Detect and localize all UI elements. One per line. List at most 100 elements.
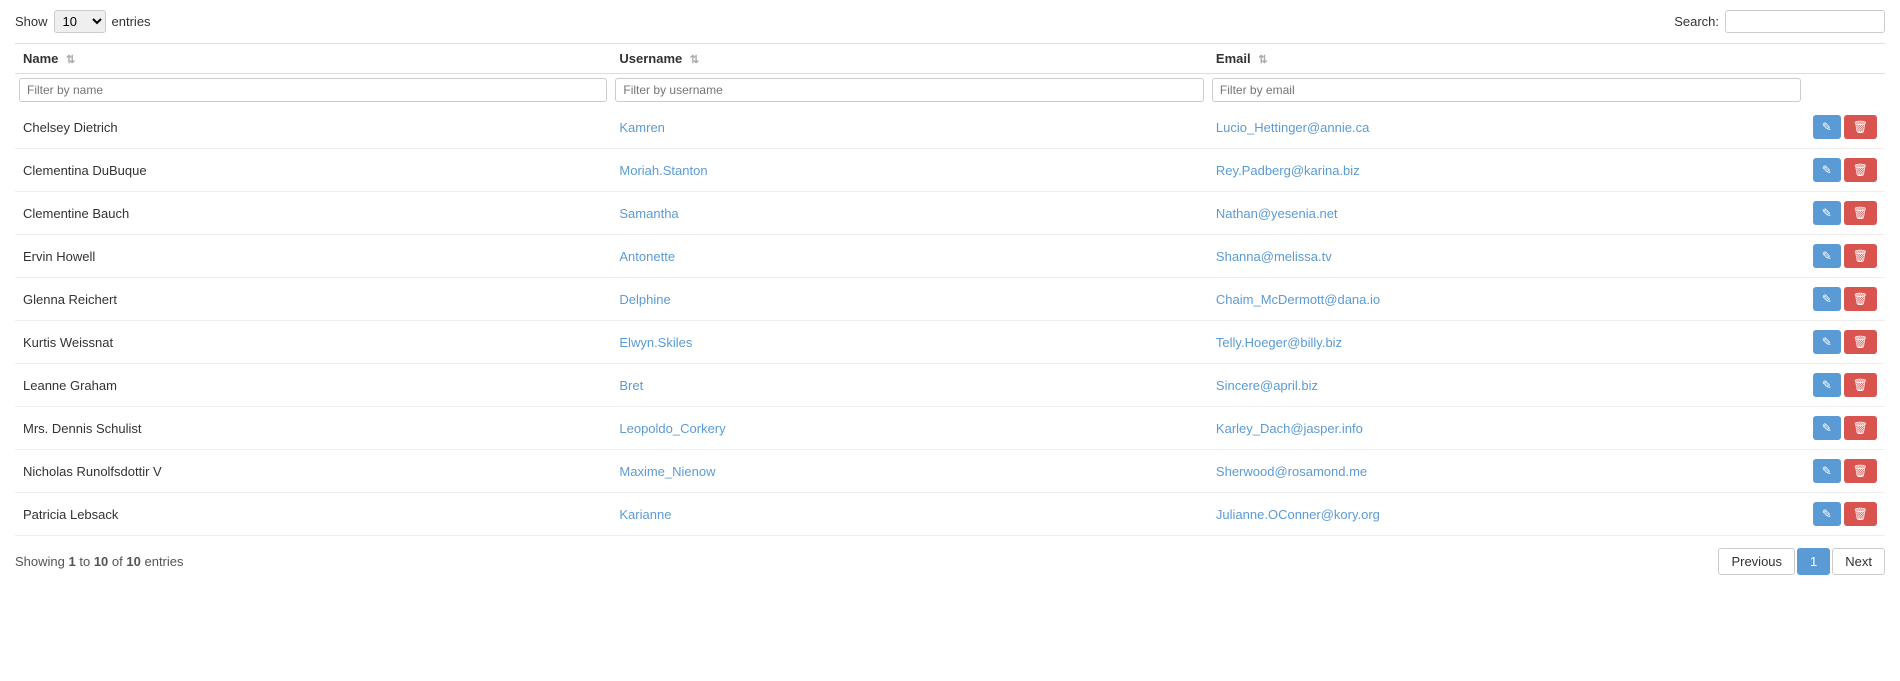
cell-actions: ✎🗑 [1805,278,1885,321]
cell-email: Lucio_Hettinger@annie.ca [1208,106,1805,149]
showing-prefix: Showing [15,554,65,569]
email-link[interactable]: Telly.Hoeger@billy.biz [1216,335,1342,350]
filter-email-input[interactable] [1212,78,1801,102]
username-link[interactable]: Leopoldo_Corkery [619,421,725,436]
filter-actions-cell [1805,74,1885,107]
delete-button[interactable]: 🗑 [1844,158,1877,182]
showing-total: 10 [126,554,140,569]
sort-icon-username: ⇅ [690,53,699,66]
cell-email: Rey.Padberg@karina.biz [1208,149,1805,192]
edit-button[interactable]: ✎ [1813,502,1841,526]
username-link[interactable]: Moriah.Stanton [619,163,707,178]
cell-actions: ✎🗑 [1805,235,1885,278]
entries-label: entries [112,14,151,29]
delete-button[interactable]: 🗑 [1844,115,1877,139]
cell-name: Patricia Lebsack [15,493,611,536]
email-link[interactable]: Rey.Padberg@karina.biz [1216,163,1360,178]
cell-username: Elwyn.Skiles [611,321,1208,364]
email-link[interactable]: Karley_Dach@jasper.info [1216,421,1363,436]
username-link[interactable]: Bret [619,378,643,393]
delete-button[interactable]: 🗑 [1844,459,1877,483]
edit-button[interactable]: ✎ [1813,287,1841,311]
edit-button[interactable]: ✎ [1813,416,1841,440]
search-box: Search: [1674,10,1885,33]
edit-button[interactable]: ✎ [1813,158,1841,182]
previous-button[interactable]: Previous [1718,548,1795,575]
edit-button[interactable]: ✎ [1813,459,1841,483]
delete-button[interactable]: 🗑 [1844,244,1877,268]
email-link[interactable]: Sherwood@rosamond.me [1216,464,1367,479]
edit-button[interactable]: ✎ [1813,244,1841,268]
cell-name: Chelsey Dietrich [15,106,611,149]
cell-email: Chaim_McDermott@dana.io [1208,278,1805,321]
search-input[interactable] [1725,10,1885,33]
table-row: Mrs. Dennis SchulistLeopoldo_CorkeryKarl… [15,407,1885,450]
email-link[interactable]: Chaim_McDermott@dana.io [1216,292,1380,307]
cell-username: Delphine [611,278,1208,321]
show-label: Show [15,14,48,29]
pagination: Previous 1 Next [1718,548,1885,575]
username-link[interactable]: Antonette [619,249,675,264]
showing-to: 10 [94,554,108,569]
cell-username: Bret [611,364,1208,407]
sort-icon-email: ⇅ [1258,53,1267,66]
delete-button[interactable]: 🗑 [1844,201,1877,225]
cell-actions: ✎🗑 [1805,321,1885,364]
top-controls: Show 10 25 50 100 entries Search: [15,10,1885,33]
table-row: Kurtis Weissnat Elwyn.Skiles Telly.Hoeger@… [15,321,1885,364]
cell-username: Antonette [611,235,1208,278]
cell-name: Clementina DuBuque [15,149,611,192]
cell-name: Glenna Reichert [15,278,611,321]
email-link[interactable]: Lucio_Hettinger@annie.ca [1216,120,1369,135]
edit-button[interactable]: ✎ [1813,373,1841,397]
email-link[interactable]: Nathan@yesenia.net [1216,206,1338,221]
page-1-button[interactable]: 1 [1797,548,1830,575]
delete-button[interactable]: 🗑 [1844,502,1877,526]
email-link[interactable]: Julianne.OConner@kory.org [1216,507,1380,522]
cell-name: Leanne Graham [15,364,611,407]
col-header-name[interactable]: Name ⇅ [15,44,611,74]
email-link[interactable]: Shanna@melissa.tv [1216,249,1332,264]
cell-email: Karley_Dach@jasper.info [1208,407,1805,450]
filter-name-input[interactable] [19,78,607,102]
table-row: Chelsey Dietrich Kamren Lucio_Hettinger@an… [15,106,1885,149]
table-row: Nicholas Runolfsdottir V Maxime_Nienow She… [15,450,1885,493]
next-button[interactable]: Next [1832,548,1885,575]
cell-name: Nicholas Runolfsdottir V [15,450,611,493]
username-link[interactable]: Maxime_Nienow [619,464,715,479]
cell-actions: ✎🗑 [1805,493,1885,536]
table-row: Clementina DuBuque Moriah.Stanton Rey.Padb… [15,149,1885,192]
cell-email: Shanna@melissa.tv [1208,235,1805,278]
table-row: Patricia Lebsack Karianne Julianne.OConner… [15,493,1885,536]
cell-actions: ✎🗑 [1805,364,1885,407]
edit-button[interactable]: ✎ [1813,201,1841,225]
cell-name: Kurtis Weissnat [15,321,611,364]
col-header-email[interactable]: Email ⇅ [1208,44,1805,74]
cell-username: Maxime_Nienow [611,450,1208,493]
cell-username: Samantha [611,192,1208,235]
edit-button[interactable]: ✎ [1813,330,1841,354]
username-link[interactable]: Karianne [619,507,671,522]
cell-email: Julianne.OConner@kory.org [1208,493,1805,536]
col-header-username[interactable]: Username ⇅ [611,44,1208,74]
username-link[interactable]: Kamren [619,120,665,135]
email-link[interactable]: Sincere@april.biz [1216,378,1318,393]
header-row: Name ⇅ Username ⇅ Email ⇅ [15,44,1885,74]
entries-select[interactable]: 10 25 50 100 [54,10,106,33]
cell-username: Moriah.Stanton [611,149,1208,192]
username-link[interactable]: Samantha [619,206,678,221]
username-link[interactable]: Elwyn.Skiles [619,335,692,350]
filter-email-cell [1208,74,1805,107]
username-link[interactable]: Delphine [619,292,670,307]
delete-button[interactable]: 🗑 [1844,287,1877,311]
search-label: Search: [1674,14,1719,29]
filter-username-input[interactable] [615,78,1204,102]
cell-email: Sherwood@rosamond.me [1208,450,1805,493]
delete-button[interactable]: 🗑 [1844,373,1877,397]
table-row: Ervin HowellAntonetteShanna@melissa.tv✎🗑 [15,235,1885,278]
delete-button[interactable]: 🗑 [1844,416,1877,440]
showing-from: 1 [69,554,76,569]
delete-button[interactable]: 🗑 [1844,330,1877,354]
edit-button[interactable]: ✎ [1813,115,1841,139]
cell-email: Telly.Hoeger@billy.biz [1208,321,1805,364]
